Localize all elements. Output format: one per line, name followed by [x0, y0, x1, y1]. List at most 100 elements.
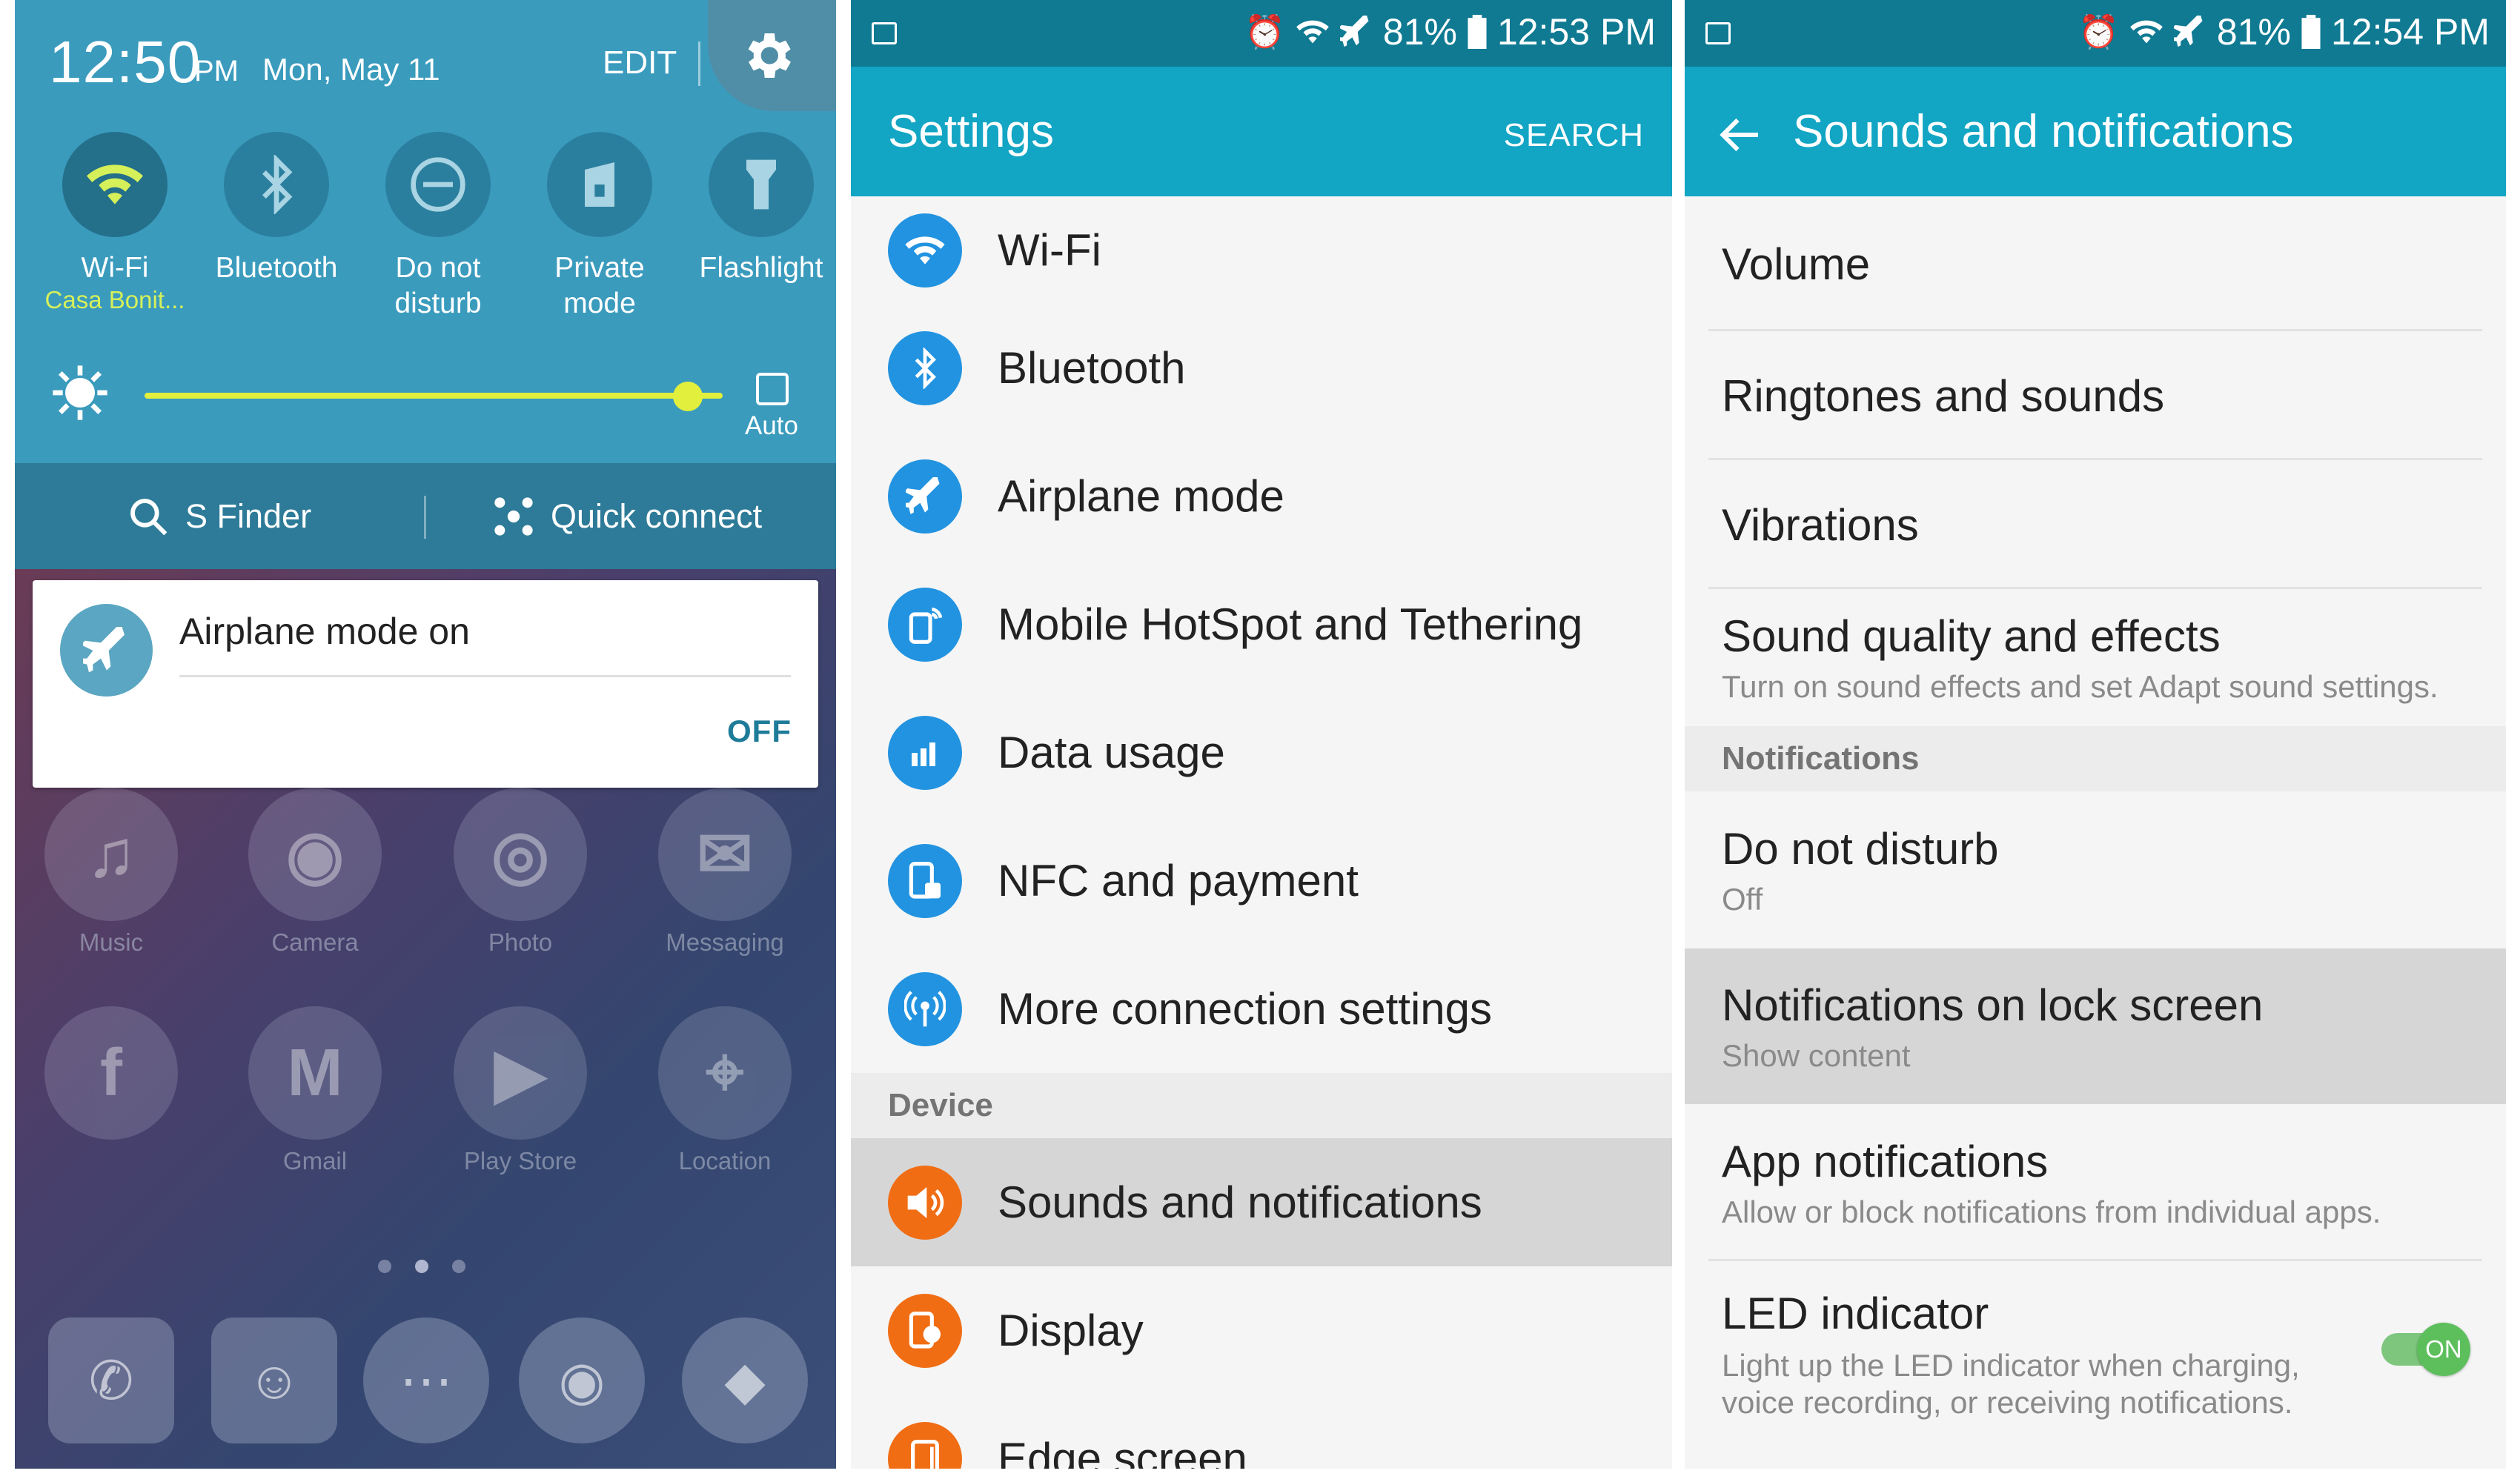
page-indicator: [378, 1260, 465, 1273]
gear-icon: [748, 33, 791, 78]
data-usage-icon: [888, 715, 962, 790]
setting-volume[interactable]: Volume: [1685, 196, 2506, 331]
chrome-icon[interactable]: ◉: [519, 1317, 645, 1443]
facebook-icon: f: [44, 1006, 178, 1140]
wifi-icon: [1296, 20, 1329, 44]
setting-app-notifications[interactable]: App notifications Allow or block notific…: [1685, 1104, 2506, 1261]
app-bar: Settings SEARCH: [851, 67, 1672, 196]
contacts-icon[interactable]: ☺: [211, 1317, 337, 1443]
app-gmail[interactable]: M Gmail: [241, 1006, 389, 1175]
settings-button[interactable]: [708, 0, 836, 111]
app-music[interactable]: ♫ Music: [37, 788, 185, 957]
apps-icon[interactable]: ⋯: [363, 1317, 489, 1443]
messaging-icon: ✉: [658, 788, 792, 921]
settings-item-airplane-mode[interactable]: Airplane mode: [851, 432, 1672, 560]
edit-button[interactable]: EDIT: [603, 44, 677, 82]
battery-percent: 81%: [1382, 11, 1457, 53]
settings-item-wifi[interactable]: Wi-Fi: [851, 196, 1672, 304]
alarm-icon: ⏰: [2078, 14, 2119, 50]
phone-icon[interactable]: ✆: [48, 1317, 174, 1443]
led-indicator-toggle[interactable]: ON: [2381, 1323, 2470, 1376]
navigation-pad-icon[interactable]: ◆: [682, 1317, 808, 1443]
setting-led-indicator[interactable]: LED indicator Light up the LED indicator…: [1685, 1261, 2506, 1446]
page-title: Sounds and notifications: [1793, 106, 2294, 157]
quick-settings-shade: 12:50 PM Mon, May 11 EDIT Wi-Fi Casa Bon…: [15, 0, 836, 463]
flashlight-icon: [709, 132, 814, 237]
sound-settings-list: Volume Ringtones and sounds Vibrations S…: [1685, 196, 2506, 1446]
app-messaging[interactable]: ✉ Messaging: [651, 788, 799, 957]
airplane-icon: [2173, 16, 2203, 47]
status-time: 12:54 PM: [2330, 11, 2490, 53]
airplane-icon: [60, 604, 153, 697]
bluetooth-icon: [224, 132, 329, 237]
battery-percent: 81%: [2216, 11, 2291, 53]
settings-item-bluetooth[interactable]: Bluetooth: [851, 304, 1672, 432]
bluetooth-icon: [888, 330, 962, 405]
back-arrow-icon[interactable]: [1717, 116, 1762, 154]
wifi-icon: [2130, 20, 2163, 44]
settings-item-nfc[interactable]: NFC and payment: [851, 817, 1672, 945]
do-not-disturb-icon: [385, 132, 491, 237]
date-label: Mon, May 11: [262, 52, 440, 87]
quick-connect-button[interactable]: Quick connect: [493, 496, 762, 537]
section-header-notifications: Notifications: [1685, 726, 2506, 791]
quick-connect-icon: [494, 497, 533, 536]
s-finder-button[interactable]: S Finder: [127, 496, 311, 537]
settings-screen: ⏰ 81% 12:53 PM Settings SEARCH Wi-Fi Blu…: [851, 0, 1672, 1469]
brightness-slider-handle[interactable]: [673, 382, 703, 411]
app-facebook[interactable]: f: [37, 1006, 185, 1147]
quick-toggle-do-not-disturb[interactable]: Do not disturb: [364, 132, 512, 322]
setting-vibrations[interactable]: Vibrations: [1685, 460, 2506, 589]
wifi-network-name: Casa Bonit...: [44, 286, 185, 313]
airplane-icon: [1339, 16, 1369, 47]
quick-toggle-wifi[interactable]: Wi-Fi Casa Bonit...: [41, 132, 189, 314]
quick-toggle-private-mode[interactable]: Private mode: [525, 132, 674, 322]
screenshot-icon: [1705, 22, 1731, 44]
setting-ringtones-sounds[interactable]: Ringtones and sounds: [1685, 331, 2506, 460]
status-bar: ⏰ 81% 12:54 PM: [1685, 0, 2506, 67]
app-photo[interactable]: ◎ Photo: [446, 788, 594, 957]
auto-brightness-label: Auto: [745, 411, 798, 440]
alarm-icon: ⏰: [1244, 14, 1285, 50]
app-play-store[interactable]: ▶ Play Store: [446, 1006, 594, 1175]
setting-sound-quality[interactable]: Sound quality and effects Turn on sound …: [1685, 589, 2506, 726]
airplane-mode-notification[interactable]: Airplane mode on OFF: [33, 580, 818, 788]
clock-ampm: PM: [194, 55, 239, 87]
brightness-icon: [50, 363, 110, 426]
wifi-icon: [62, 132, 168, 237]
sound-icon: [888, 1165, 962, 1240]
divider: [424, 496, 426, 539]
location-icon: ⌖: [658, 1006, 792, 1140]
setting-do-not-disturb[interactable]: Do not disturb Off: [1685, 791, 2506, 948]
settings-item-display[interactable]: Display: [851, 1266, 1672, 1395]
app-bar: Sounds and notifications: [1685, 67, 2506, 196]
display-icon: [888, 1293, 962, 1368]
brightness-slider[interactable]: [145, 393, 723, 399]
status-time: 12:53 PM: [1496, 11, 1656, 53]
toggle-label: ON: [2417, 1323, 2470, 1376]
section-header-device: Device: [851, 1073, 1672, 1138]
setting-value: Off: [1722, 881, 1763, 917]
quick-toggle-flashlight[interactable]: Flashlight: [687, 132, 835, 286]
search-button[interactable]: SEARCH: [1504, 117, 1644, 154]
music-icon: ♫: [44, 788, 178, 921]
photo-icon: ◎: [454, 788, 587, 921]
settings-item-edge-screen[interactable]: Edge screen: [851, 1395, 1672, 1469]
divider: [698, 41, 700, 86]
auto-brightness-checkbox[interactable]: [756, 373, 789, 405]
quick-toggle-bluetooth[interactable]: Bluetooth: [202, 132, 351, 286]
hotspot-icon: [888, 587, 962, 662]
app-location[interactable]: ⌖ Location: [651, 1006, 799, 1175]
settings-item-hotspot[interactable]: Mobile HotSpot and Tethering: [851, 560, 1672, 688]
settings-item-data-usage[interactable]: Data usage: [851, 688, 1672, 817]
setting-lock-screen-notifications[interactable]: Notifications on lock screen Show conten…: [1685, 948, 2506, 1104]
private-mode-icon: [547, 132, 652, 237]
settings-item-sounds-notifications[interactable]: Sounds and notifications: [851, 1138, 1672, 1266]
gmail-icon: M: [248, 1006, 382, 1140]
edge-screen-icon: [888, 1421, 962, 1469]
app-camera[interactable]: ◉ Camera: [241, 788, 389, 957]
settings-item-more-connection[interactable]: More connection settings: [851, 945, 1672, 1073]
setting-value: Show content: [1722, 1037, 1911, 1073]
notification-title: Airplane mode on: [179, 611, 470, 652]
airplane-off-button[interactable]: OFF: [727, 714, 792, 749]
